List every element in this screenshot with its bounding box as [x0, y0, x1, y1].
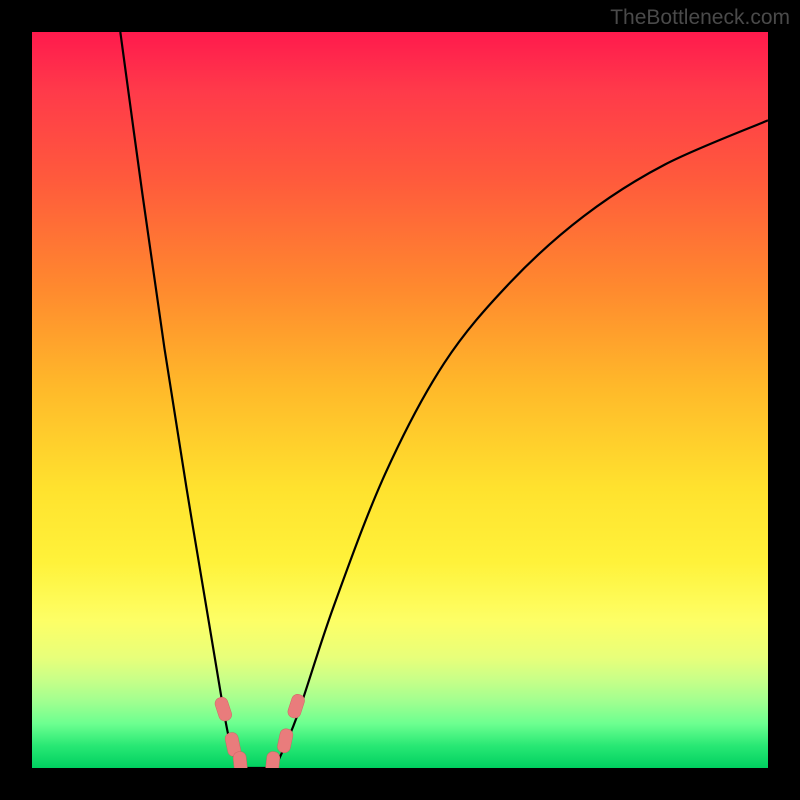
watermark-text: TheBottleneck.com: [610, 6, 790, 30]
minimum-marker: [276, 728, 294, 754]
chart-plot-area: [32, 32, 768, 768]
minimum-marker: [265, 751, 280, 768]
minimum-marker: [286, 693, 306, 720]
chart-frame: TheBottleneck.com: [0, 0, 800, 800]
curve-left-branch: [120, 32, 238, 768]
minimum-marker: [233, 751, 248, 768]
curve-right-branch: [275, 120, 768, 768]
bottleneck-curve: [120, 32, 768, 768]
minimum-marker: [213, 696, 233, 723]
chart-svg: [32, 32, 768, 768]
